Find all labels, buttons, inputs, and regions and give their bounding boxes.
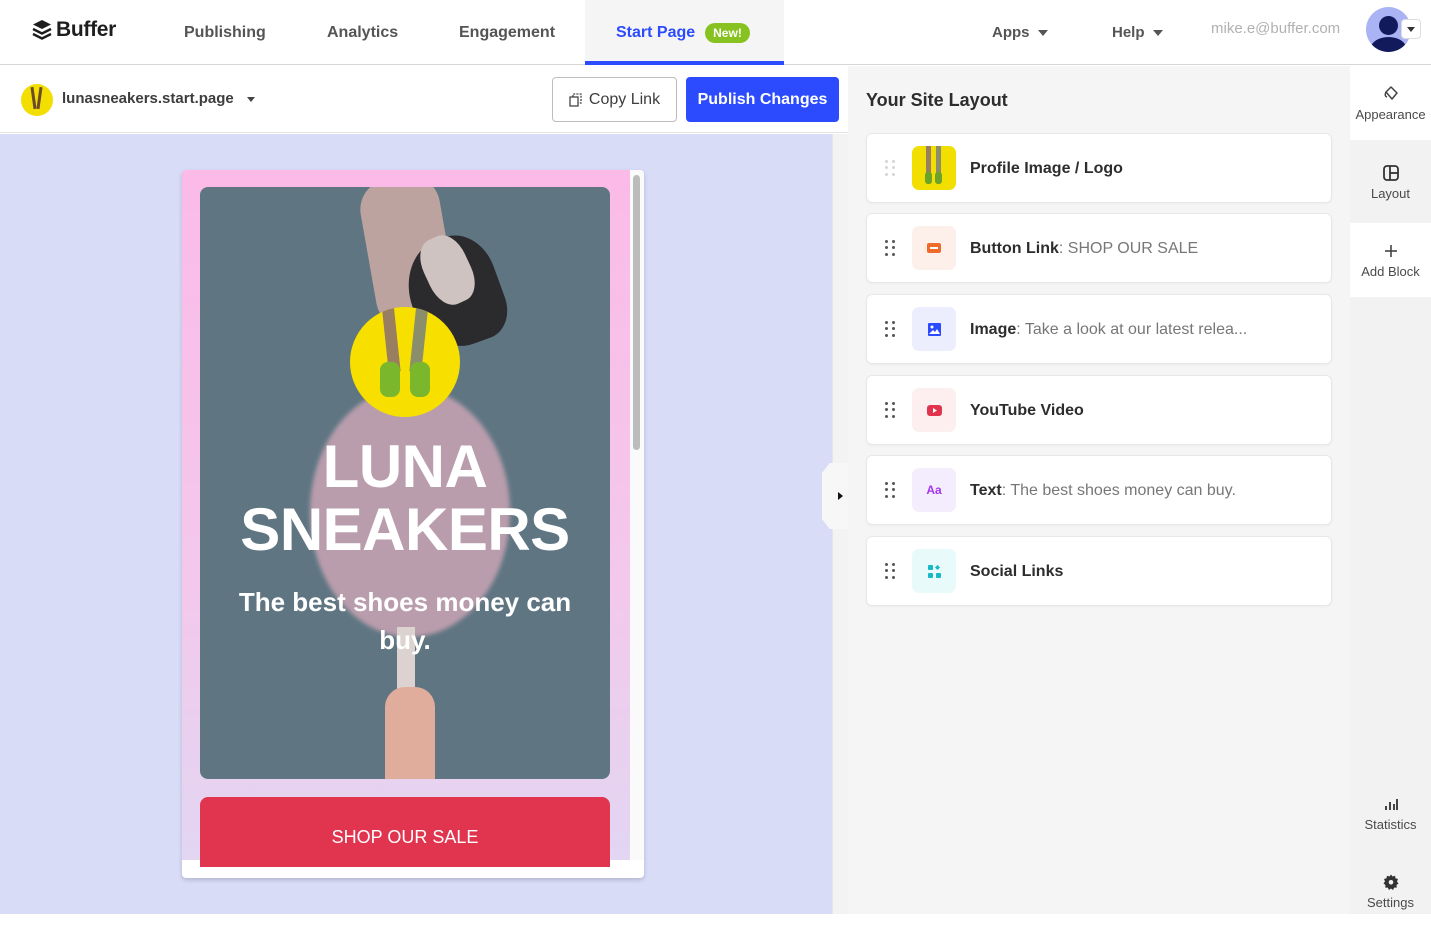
hero-subtitle: The best shoes money can buy. — [238, 587, 572, 655]
phone-preview: LUNA SNEAKERS The best shoes money can b… — [182, 170, 644, 878]
nav-publishing-label: Publishing — [184, 23, 266, 41]
rail-add-block[interactable]: Add Block — [1350, 223, 1431, 297]
block-label: Text: The best shoes money can buy. — [970, 482, 1236, 499]
nav-start-page-label: Start Page — [616, 23, 696, 41]
rail-settings-label: Settings — [1367, 894, 1414, 910]
hero-title-line-2: SNEAKERS — [240, 496, 570, 563]
image-icon — [912, 307, 956, 351]
nav-engagement-label: Engagement — [459, 23, 556, 41]
social-links-icon — [912, 549, 956, 593]
drag-handle-icon[interactable] — [885, 402, 895, 418]
hero-title-line-1: LUNA — [322, 433, 488, 500]
layout-block-image[interactable]: Image: Take a look at our latest relea..… — [866, 294, 1332, 364]
nav-publishing[interactable]: Publishing — [184, 0, 266, 65]
drag-handle-icon[interactable] — [885, 240, 895, 256]
layout-block-text[interactable]: Aa Text: The best shoes money can buy. — [866, 455, 1332, 525]
hero-image-block[interactable]: LUNA SNEAKERS The best shoes money can b… — [200, 187, 610, 779]
nav-start-page[interactable]: Start Page New! — [585, 0, 784, 65]
preview-area: LUNA SNEAKERS The best shoes money can b… — [0, 134, 832, 914]
layout-icon — [1382, 164, 1399, 181]
block-type: YouTube Video — [970, 402, 1084, 419]
avatar-body-icon — [1371, 37, 1406, 52]
block-label: Image: Take a look at our latest relea..… — [970, 321, 1248, 338]
drag-handle-icon[interactable] — [885, 321, 895, 337]
block-label: Profile Image / Logo — [970, 160, 1123, 178]
drag-handle-icon[interactable] — [885, 482, 895, 498]
account-menu-toggle[interactable] — [1401, 19, 1421, 39]
buffer-logo[interactable]: Buffer — [32, 18, 116, 42]
copy-icon — [569, 92, 582, 107]
rail-add-block-label: Add Block — [1361, 263, 1420, 279]
nav-analytics[interactable]: Analytics — [327, 0, 398, 65]
buffer-stack-icon — [32, 20, 52, 40]
block-type: Profile Image / Logo — [970, 160, 1123, 177]
user-email: mike.e@buffer.com — [1211, 20, 1341, 37]
new-badge: New! — [705, 22, 750, 43]
editor-header: lunasneakers.start.page Copy Link Publis… — [0, 66, 848, 133]
brand-name: Buffer — [56, 18, 117, 41]
apps-menu[interactable]: Apps — [992, 0, 1048, 65]
right-sidebar: Appearance Layout Add Block Statistics S… — [1350, 66, 1431, 914]
plus-icon — [1384, 244, 1397, 257]
apps-label: Apps — [992, 24, 1030, 41]
text-icon: Aa — [912, 468, 956, 512]
button-link-icon — [912, 226, 956, 270]
hero-hand-image — [385, 687, 435, 779]
site-avatar — [21, 84, 53, 116]
nav-analytics-label: Analytics — [327, 23, 399, 41]
preview-scrollbar-thumb[interactable] — [633, 175, 640, 450]
block-type: Button Link — [970, 240, 1059, 257]
drag-handle-icon[interactable] — [885, 160, 895, 176]
rail-layout[interactable]: Layout — [1350, 145, 1431, 219]
layout-block-button-link[interactable]: Button Link: SHOP OUR SALE — [866, 213, 1332, 283]
block-description: The best shoes money can buy. — [1010, 482, 1236, 499]
rail-statistics[interactable]: Statistics — [1350, 776, 1431, 850]
hero-title: LUNA SNEAKERS — [200, 435, 610, 561]
rail-settings[interactable]: Settings — [1350, 854, 1431, 928]
block-type: Social Links — [970, 563, 1064, 580]
chevron-down-icon — [1407, 26, 1415, 32]
block-label: Button Link: SHOP OUR SALE — [970, 240, 1199, 257]
paint-bucket-icon — [1383, 85, 1398, 100]
site-selector-caret-icon[interactable] — [247, 97, 255, 102]
copy-link-button[interactable]: Copy Link — [552, 77, 677, 122]
chevron-down-icon — [1152, 29, 1163, 36]
block-type: Image — [970, 321, 1017, 338]
rail-statistics-label: Statistics — [1364, 816, 1417, 832]
publish-changes-button[interactable]: Publish Changes — [686, 77, 839, 122]
gear-icon — [1383, 874, 1398, 890]
site-layout-panel: Your Site Layout Profile Image / Logo Bu… — [848, 66, 1350, 914]
nav-engagement[interactable]: Engagement — [459, 0, 555, 65]
caret-right-icon — [837, 492, 843, 500]
profile-logo — [350, 307, 460, 417]
layout-title: Your Site Layout — [866, 90, 1008, 110]
copy-link-label: Copy Link — [588, 90, 661, 108]
avatar-head-icon — [1379, 16, 1398, 35]
rail-layout-label: Layout — [1370, 185, 1411, 201]
layout-block-youtube[interactable]: YouTube Video — [866, 375, 1332, 445]
profile-image-icon — [912, 146, 956, 190]
block-label: Social Links — [970, 563, 1063, 581]
youtube-icon — [912, 388, 956, 432]
rail-appearance[interactable]: Appearance — [1350, 66, 1431, 140]
start-page-preview: LUNA SNEAKERS The best shoes money can b… — [182, 170, 630, 867]
chevron-down-icon — [1037, 29, 1048, 36]
block-type: Text — [970, 482, 1002, 499]
help-menu[interactable]: Help — [1112, 0, 1163, 65]
shop-sale-button[interactable]: SHOP OUR SALE — [200, 797, 610, 867]
help-label: Help — [1112, 24, 1145, 41]
top-navigation: Buffer Publishing Analytics Engagement S… — [0, 0, 1431, 65]
layout-block-profile-image[interactable]: Profile Image / Logo — [866, 133, 1332, 203]
bar-chart-icon — [1384, 798, 1398, 810]
block-description: SHOP OUR SALE — [1067, 240, 1199, 257]
block-label: YouTube Video — [970, 402, 1084, 420]
block-description: Take a look at our latest relea... — [1024, 321, 1248, 338]
layout-block-social-links[interactable]: Social Links — [866, 536, 1332, 606]
rail-appearance-label: Appearance — [1355, 106, 1426, 122]
collapse-panel-toggle[interactable] — [822, 463, 848, 529]
drag-handle-icon[interactable] — [885, 563, 895, 579]
site-selector[interactable]: lunasneakers.start.page — [62, 90, 234, 107]
